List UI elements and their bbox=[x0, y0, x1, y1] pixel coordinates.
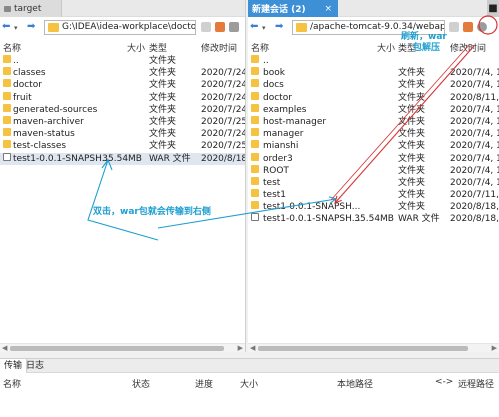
annotation-refresh-line1: 刷新，war bbox=[401, 32, 447, 42]
red-arrow-to-extracted-folder bbox=[335, 45, 475, 203]
blue-arrow-head-war bbox=[101, 158, 113, 171]
annotation-overlay bbox=[87, 15, 498, 241]
annotation-refresh-line2: 包解压 bbox=[413, 43, 441, 53]
blue-arrow-from-war-file bbox=[87, 159, 159, 241]
refresh-highlight-circle bbox=[478, 15, 498, 35]
annotation-double-click: 双击，war包就会传输到右侧 bbox=[93, 207, 211, 217]
red-arrow-double bbox=[330, 43, 471, 201]
